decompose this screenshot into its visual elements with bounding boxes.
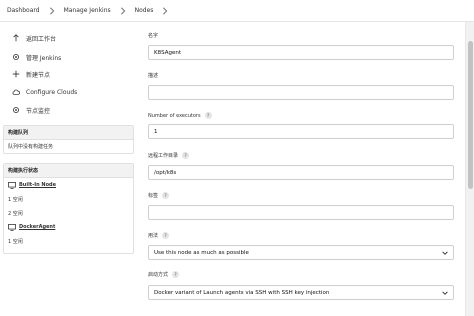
help-icon[interactable]: ? [204,112,212,119]
chevron-right-icon [45,4,59,18]
sidebar-item-label: 返回工作台 [26,35,57,43]
computer-icon [8,223,16,231]
arrow-up-icon [10,32,22,44]
sidebar-item-new-node[interactable]: 新建节点 [10,67,50,81]
sidebar-item-manage-jenkins[interactable]: 管理 Jenkins [10,50,61,64]
computer-icon [8,181,16,189]
plus-icon [10,68,22,80]
description-label-text: 描述 [148,73,159,79]
breadcrumb-nodes[interactable]: Nodes [135,7,154,14]
executor-status-title[interactable]: 构建执行状态 [4,164,133,178]
chevron-right-icon [158,4,172,18]
node-name: Built-In Node [19,182,57,188]
name-label-text: 名字 [148,33,159,39]
breadcrumb-manage-jenkins[interactable]: Manage Jenkins [64,7,111,14]
cloud-icon [10,86,22,98]
usage-label: 用法 ? [148,232,170,239]
build-queue-empty-text: 队列中没有构建任务 [8,144,54,150]
build-queue-title[interactable]: 构建队列 [4,126,133,140]
sidebar: 返回工作台 管理 Jenkins 新建节点 Configure Clouds 节… [0,22,137,316]
sidebar-item-label: 管理 Jenkins [26,54,62,62]
launch-select-value: Docker variant of Launch agents via SSH … [154,289,330,296]
help-icon[interactable]: ? [162,232,170,239]
breadcrumb: Dashboard Manage Jenkins Nodes [0,0,474,22]
chevron-right-icon [116,4,130,18]
labels-label: 标签 ? [148,192,170,199]
usage-select-value: Use this node as much as possible [154,249,249,256]
sidebar-item-configure-clouds[interactable]: Configure Clouds [10,85,77,99]
node-docker-agent[interactable]: DockerAgent [4,220,133,234]
launch-method-select[interactable]: Docker variant of Launch agents via SSH … [148,285,454,300]
sidebar-item-node-monitoring[interactable]: 节点监控 [10,103,50,117]
description-input[interactable] [148,85,454,100]
chevron-down-icon [442,251,448,255]
executor-row: 1 空闲 [8,238,23,245]
labels-label-text: 标签 [148,193,159,199]
sidebar-item-label: Configure Clouds [26,88,78,96]
sidebar-item-label: 节点监控 [26,107,51,115]
executors-label-text: Number of executors [148,112,201,119]
node-built-in[interactable]: Built-In Node [4,178,133,192]
help-icon[interactable]: ? [172,271,180,278]
help-icon[interactable]: ? [182,152,190,159]
usage-label-text: 用法 [148,233,159,239]
chevron-down-icon [442,291,448,295]
name-input[interactable]: K8SAgent [148,45,454,60]
gear-icon [10,51,22,63]
executor-status-pane: 构建执行状态 Built-In Node 1 空闲 2 空闲 DockerAge… [3,163,134,254]
executor-row: 1 空闲 [8,196,23,203]
name-label: 名字 [148,32,158,39]
sidebar-item-label: 新建节点 [26,71,51,79]
description-label: 描述 [148,72,158,79]
executor-row: 2 空闲 [8,210,23,217]
help-icon[interactable]: ? [162,192,170,199]
node-name: DockerAgent [19,224,56,230]
remote-root-label: 远程工作目录 ? [148,152,190,159]
build-queue-pane: 构建队列 队列中没有构建任务 [3,125,134,154]
gear-icon [10,104,22,116]
remote-root-input[interactable]: /opt/k8s [148,165,454,180]
breadcrumb-dashboard[interactable]: Dashboard [7,7,40,14]
scrollbar[interactable] [465,22,474,316]
executors-input[interactable]: 1 [148,124,454,139]
remote-root-label-text: 远程工作目录 [148,153,179,159]
scrollbar-thumb[interactable] [468,41,473,189]
launch-label: 启动方式 ? [148,271,180,278]
executors-label: Number of executors ? [148,112,212,119]
labels-input[interactable] [148,205,454,220]
usage-select[interactable]: Use this node as much as possible [148,245,454,260]
launch-label-text: 启动方式 [148,272,169,278]
sidebar-item-back-to-dashboard[interactable]: 返回工作台 [10,31,56,45]
